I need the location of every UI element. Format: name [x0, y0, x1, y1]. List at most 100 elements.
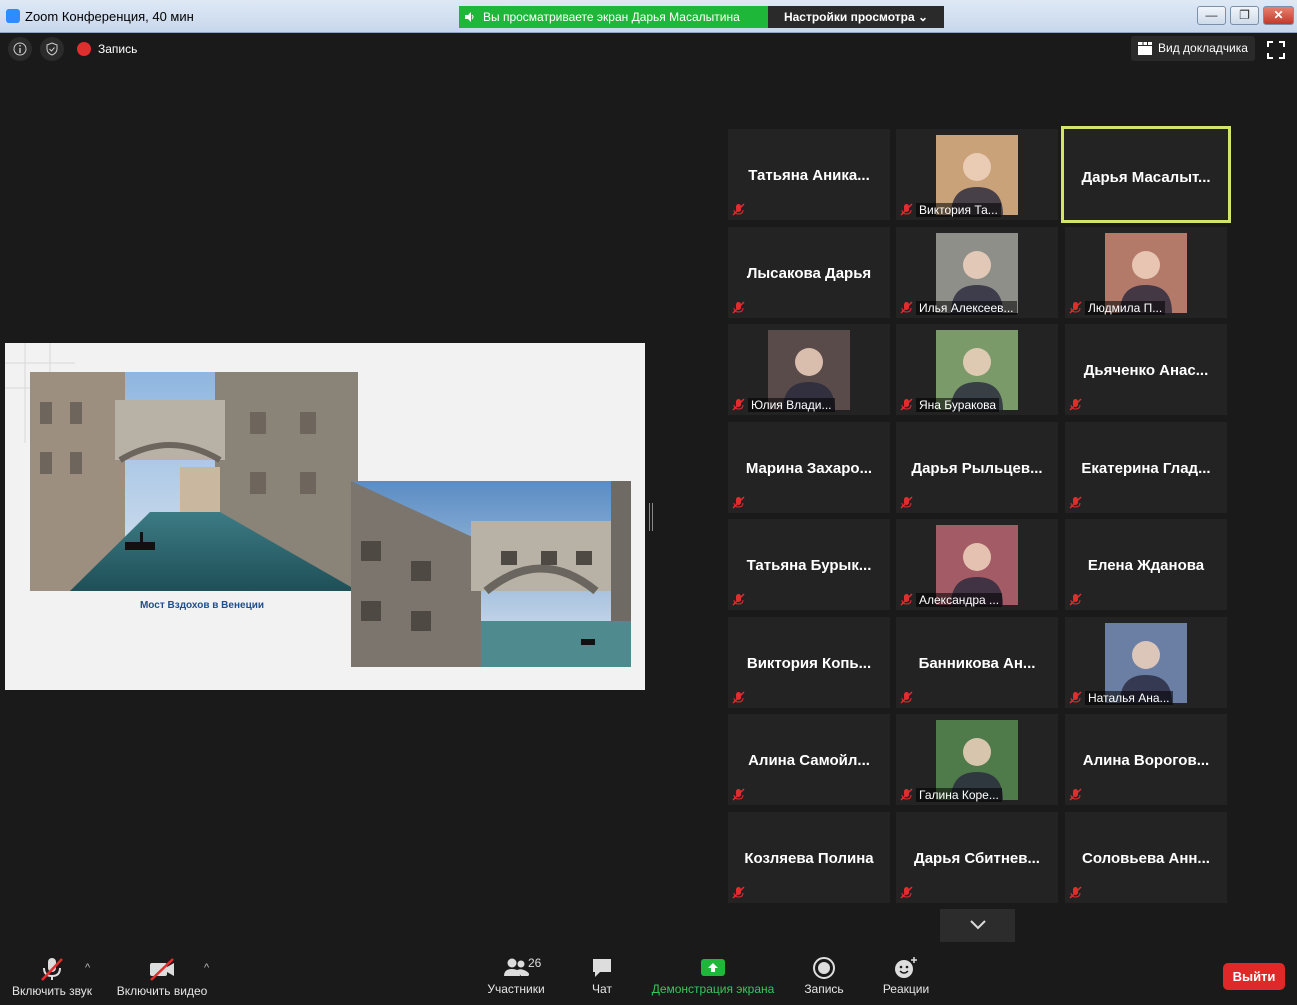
participant-name: Александра ...: [916, 593, 1003, 607]
unmute-label: Включить звук: [11, 984, 93, 998]
participant-tile[interactable]: Галина Коре...: [896, 714, 1058, 805]
participant-name: Дарья Масалыт...: [1081, 169, 1211, 186]
participant-tile[interactable]: Татьяна Бурык...: [728, 519, 890, 610]
recording-indicator[interactable]: Запись: [73, 39, 137, 59]
participant-tile[interactable]: Дарья Рыльцев...: [896, 422, 1058, 513]
slide-caption: Мост Вздохов в Венеции: [139, 600, 265, 611]
info-icon: [13, 42, 27, 56]
meeting-info-button[interactable]: [8, 37, 32, 61]
muted-mic-icon: [732, 691, 745, 704]
speaker-icon: [465, 12, 474, 22]
microphone-muted-icon: [41, 958, 63, 981]
participant-tile[interactable]: Алина Ворогов...: [1065, 714, 1227, 805]
muted-mic-icon: [900, 496, 913, 509]
muted-mic-icon: [900, 886, 913, 899]
participant-name: Екатерина Глад...: [1081, 460, 1211, 477]
muted-mic-icon: [1069, 496, 1082, 509]
participant-tile[interactable]: Марина Захаро...: [728, 422, 890, 513]
participant-tile[interactable]: Юлия Влади...: [728, 324, 890, 415]
share-screen-button[interactable]: Демонстрация экрана: [648, 956, 778, 996]
start-video-button[interactable]: Включить видео: [112, 956, 212, 998]
maximize-icon: ❐: [1239, 8, 1250, 22]
muted-mic-icon: [732, 301, 745, 314]
participant-name: Дьяченко Анас...: [1083, 362, 1209, 379]
close-icon: ✕: [1273, 8, 1284, 22]
participant-tile[interactable]: Дьяченко Анас...: [1065, 324, 1227, 415]
participant-name: Галина Коре...: [916, 788, 1002, 802]
video-options-caret[interactable]: ^: [204, 962, 209, 974]
security-button[interactable]: [40, 37, 64, 61]
participant-tile[interactable]: Виктория Та...: [896, 129, 1058, 220]
participant-name: Дарья Сбитнев...: [914, 850, 1040, 867]
muted-mic-icon: [732, 496, 745, 509]
muted-mic-icon: [900, 398, 913, 411]
muted-mic-icon: [1069, 788, 1082, 801]
record-label: Запись: [804, 982, 844, 996]
participant-tile[interactable]: Александра ...: [896, 519, 1058, 610]
participant-tile[interactable]: Наталья Ана...: [1065, 617, 1227, 708]
venice-photo-bridge: [351, 481, 631, 667]
participant-tile[interactable]: Виктория Копь...: [728, 617, 890, 708]
screen-share-banner: Вы просматриваете экран Дарья Масалытина: [459, 6, 768, 28]
recording-label: Запись: [98, 42, 138, 56]
participant-tile[interactable]: Татьяна Аника...: [728, 129, 890, 220]
participant-name: Наталья Ана...: [1085, 691, 1173, 705]
participant-tile[interactable]: Лысакова Дарья: [728, 227, 890, 318]
participant-name: Марина Захаро...: [745, 460, 873, 477]
muted-mic-icon: [732, 203, 745, 216]
participant-tile[interactable]: Козляева Полина: [728, 812, 890, 903]
participant-name: Козляева Полина: [744, 850, 874, 867]
participant-tile[interactable]: Алина Самойл...: [728, 714, 890, 805]
participant-name: Виктория Та...: [916, 203, 1001, 217]
audio-options-caret[interactable]: ^: [85, 962, 90, 974]
muted-mic-icon: [900, 301, 913, 314]
participant-name: Татьяна Аника...: [748, 167, 870, 184]
muted-mic-icon: [1069, 886, 1082, 899]
window-title: Zoom Конференция, 40 мин: [25, 9, 194, 24]
participant-name: Илья Алексеев...: [916, 301, 1017, 315]
chat-icon: [593, 959, 611, 977]
gallery-next-page-button[interactable]: [940, 909, 1015, 942]
participant-tile[interactable]: Дарья Масалыт...: [1061, 126, 1231, 223]
split-resize-handle[interactable]: [649, 503, 653, 531]
chat-button[interactable]: Чат: [582, 956, 622, 996]
close-button[interactable]: ✕: [1263, 6, 1294, 25]
start-video-label: Включить видео: [116, 984, 208, 998]
participant-tile[interactable]: Екатерина Глад...: [1065, 422, 1227, 513]
fullscreen-icon[interactable]: [1266, 40, 1286, 60]
participant-name: Яна Буракова: [916, 398, 1000, 412]
muted-mic-icon: [900, 788, 913, 801]
chevron-down-icon: [970, 920, 986, 930]
participant-name: Соловьева Анн...: [1082, 850, 1210, 867]
leave-button[interactable]: Выйти: [1223, 963, 1285, 990]
view-settings-dropdown[interactable]: Настройки просмотра ⌄: [768, 6, 944, 28]
minimize-icon: —: [1205, 8, 1218, 22]
share-screen-label: Демонстрация экрана: [651, 982, 775, 996]
participant-name: Алина Ворогов...: [1082, 752, 1210, 769]
speaker-view-button[interactable]: Вид докладчика: [1131, 36, 1255, 61]
participant-tile[interactable]: Людмила П...: [1065, 227, 1227, 318]
participant-name: Татьяна Бурык...: [746, 557, 872, 574]
participant-tile[interactable]: Дарья Сбитнев...: [896, 812, 1058, 903]
participant-tile[interactable]: Елена Жданова: [1065, 519, 1227, 610]
participant-tile[interactable]: Соловьева Анн...: [1065, 812, 1227, 903]
muted-mic-icon: [1069, 398, 1082, 411]
video-off-icon: [150, 958, 174, 981]
participant-tile[interactable]: Илья Алексеев...: [896, 227, 1058, 318]
muted-mic-icon: [1069, 301, 1082, 314]
record-icon: [813, 957, 835, 979]
maximize-button[interactable]: ❐: [1230, 6, 1259, 25]
share-screen-icon: [701, 959, 725, 976]
minimize-button[interactable]: —: [1197, 6, 1226, 25]
reactions-button[interactable]: Реакции: [878, 956, 934, 996]
record-button[interactable]: Запись: [800, 956, 848, 996]
participant-tile[interactable]: Яна Буракова: [896, 324, 1058, 415]
venice-photo-canal: [30, 372, 358, 591]
participant-name: Лысакова Дарья: [746, 265, 872, 282]
muted-mic-icon: [900, 203, 913, 216]
grid-icon: [1138, 42, 1152, 55]
participants-button[interactable]: 26 Участники: [484, 956, 548, 996]
participant-name: Дарья Рыльцев...: [911, 460, 1043, 477]
participant-tile[interactable]: Банникова Ан...: [896, 617, 1058, 708]
participant-name: Алина Самойл...: [748, 752, 870, 769]
